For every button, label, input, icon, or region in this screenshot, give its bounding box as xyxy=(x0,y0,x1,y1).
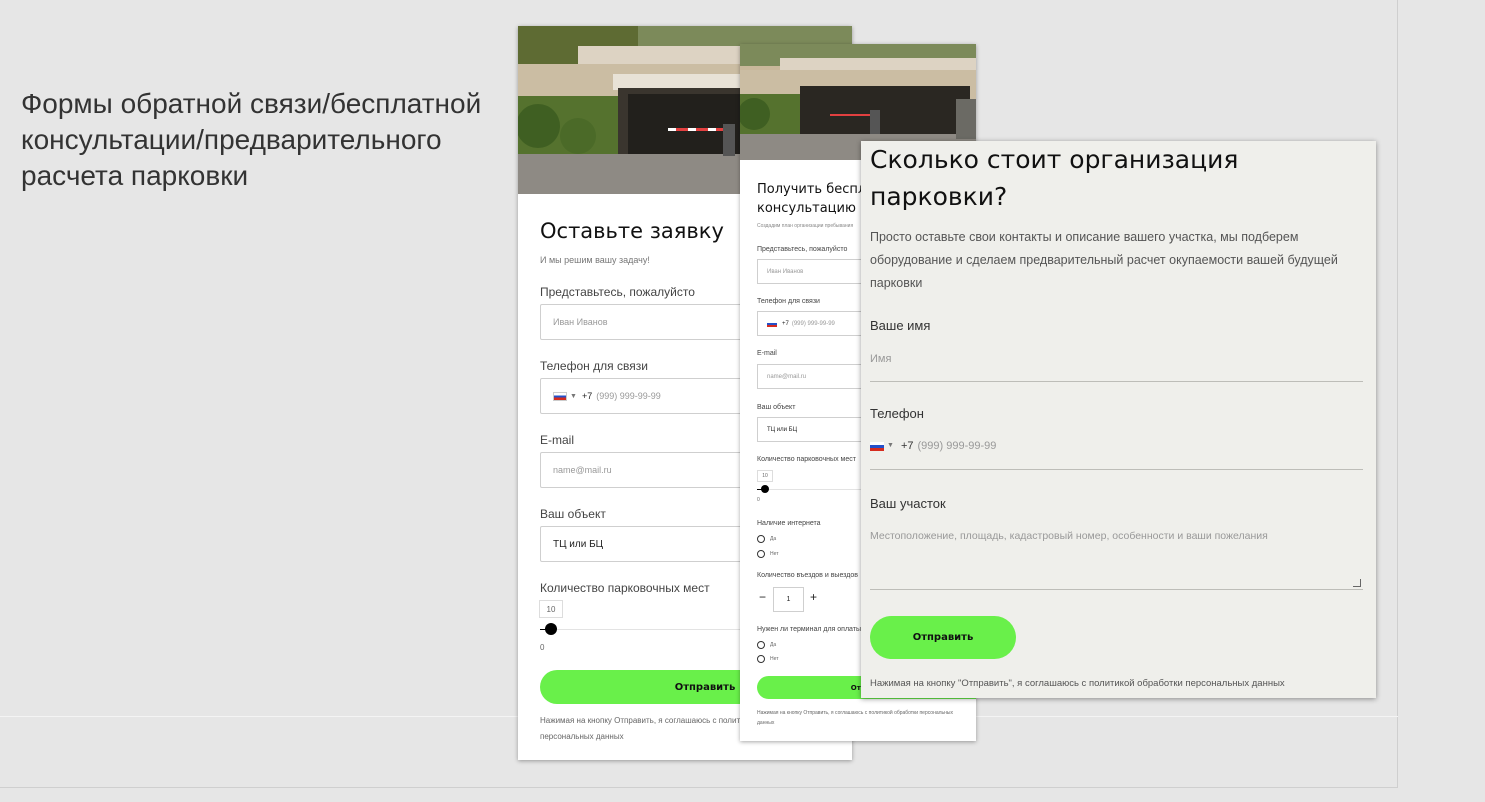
slide-border xyxy=(0,787,1398,788)
radio-terminal-yes[interactable]: Да xyxy=(757,641,776,649)
russia-flag-icon[interactable] xyxy=(553,391,567,401)
plot-textarea[interactable]: Местоположение, площадь, кадастровый ном… xyxy=(870,530,1363,590)
form-subtitle: И мы решим вашу задачу! xyxy=(540,255,650,265)
spaces-label: Количество парковочных мест xyxy=(540,581,710,595)
phone-label: Телефон для связи xyxy=(540,359,648,373)
radio-circle-icon[interactable] xyxy=(757,535,765,543)
email-placeholder: name@mail.ru xyxy=(553,465,612,475)
form-title: Сколько стоит организация парковки? xyxy=(870,145,1239,211)
plot-label: Ваш участок xyxy=(870,496,946,511)
consent-text: Нажимая на кнопку Отправить, я соглашаюс… xyxy=(757,710,953,726)
terminal-label: Нужен ли терминал для оплаты xyxy=(757,626,862,633)
radio-label: Нет xyxy=(770,656,779,662)
radio-label: Да xyxy=(770,642,777,648)
spaces-label: Количество парковочных мест xyxy=(757,456,856,463)
russia-flag-icon[interactable] xyxy=(870,442,884,451)
name-placeholder: Иван Иванов xyxy=(553,317,608,327)
phone-code: +7 xyxy=(900,440,914,452)
name-label: Представьтесь, пожалуйсто xyxy=(757,246,848,253)
chevron-down-icon[interactable]: ▼ xyxy=(887,442,894,449)
entries-label: Количество въездов и выездов xyxy=(757,572,858,579)
stepper-plus-button[interactable]: + xyxy=(810,590,817,604)
slider-min-label: 0 xyxy=(540,643,545,652)
phone-placeholder: (999) 999-99-99 xyxy=(791,320,835,327)
name-label: Ваше имя xyxy=(870,318,931,333)
object-value: ТЦ или БЦ xyxy=(767,426,798,433)
radio-label: Да xyxy=(770,536,777,542)
phone-input[interactable]: ▼ +7 (999) 999-99-99 xyxy=(870,440,1363,470)
phone-code: +7 xyxy=(782,320,789,327)
object-label: Ваш объект xyxy=(540,507,606,521)
plot-placeholder: Местоположение, площадь, кадастровый ном… xyxy=(870,530,1268,542)
consent-text: Нажимая на кнопку "Отправить", я соглаша… xyxy=(870,678,1285,689)
radio-internet-no[interactable]: Нет xyxy=(757,550,779,558)
object-label: Ваш объект xyxy=(757,404,796,411)
phone-label: Телефон xyxy=(870,406,924,421)
radio-label: Нет xyxy=(770,551,779,557)
stepper-minus-button[interactable]: − xyxy=(759,590,766,604)
form-title: Оставьте заявку xyxy=(540,219,724,243)
phone-placeholder: (999) 999-99-99 xyxy=(917,440,997,452)
form-description: Просто оставьте свои контакты и описание… xyxy=(870,230,1338,290)
chevron-down-icon[interactable]: ▼ xyxy=(570,393,577,400)
slider-thumb[interactable] xyxy=(545,623,557,635)
stepper-value[interactable]: 1 xyxy=(773,587,804,612)
slide-border xyxy=(1397,0,1398,788)
slider-thumb[interactable] xyxy=(761,485,769,493)
slide-title: Формы обратной связи/бесплатной консульт… xyxy=(21,88,482,191)
russia-flag-icon[interactable] xyxy=(767,320,777,327)
radio-circle-icon[interactable] xyxy=(757,655,765,663)
name-label: Представьтесь, пожалуйсто xyxy=(540,285,695,299)
radio-circle-icon[interactable] xyxy=(757,550,765,558)
name-placeholder: Иван Иванов xyxy=(767,268,804,275)
slider-value-bubble: 10 xyxy=(539,600,563,618)
phone-label: Телефон для связи xyxy=(757,298,820,305)
email-label: E-mail xyxy=(757,350,777,357)
email-placeholder: name@mail.ru xyxy=(767,373,807,380)
object-value: ТЦ или БЦ xyxy=(553,538,604,550)
name-placeholder: Имя xyxy=(870,353,892,365)
phone-code: +7 xyxy=(581,391,593,401)
phone-placeholder: (999) 999-99-99 xyxy=(596,391,661,401)
form-card-estimate: Сколько стоит организация парковки? Прос… xyxy=(861,141,1376,698)
form-subtitle: Создадим план организации пребывания xyxy=(757,223,854,229)
email-label: E-mail xyxy=(540,433,575,447)
slider-value-bubble: 10 xyxy=(757,470,773,482)
name-input[interactable]: Имя xyxy=(870,353,1363,382)
submit-button[interactable]: Отправить xyxy=(870,616,1016,659)
slider-min-label: 0 xyxy=(757,497,760,503)
radio-terminal-no[interactable]: Нет xyxy=(757,655,779,663)
radio-circle-icon[interactable] xyxy=(757,641,765,649)
radio-internet-yes[interactable]: Да xyxy=(757,535,776,543)
internet-label: Наличие интернета xyxy=(757,520,821,527)
resize-handle-icon[interactable] xyxy=(1353,579,1361,587)
